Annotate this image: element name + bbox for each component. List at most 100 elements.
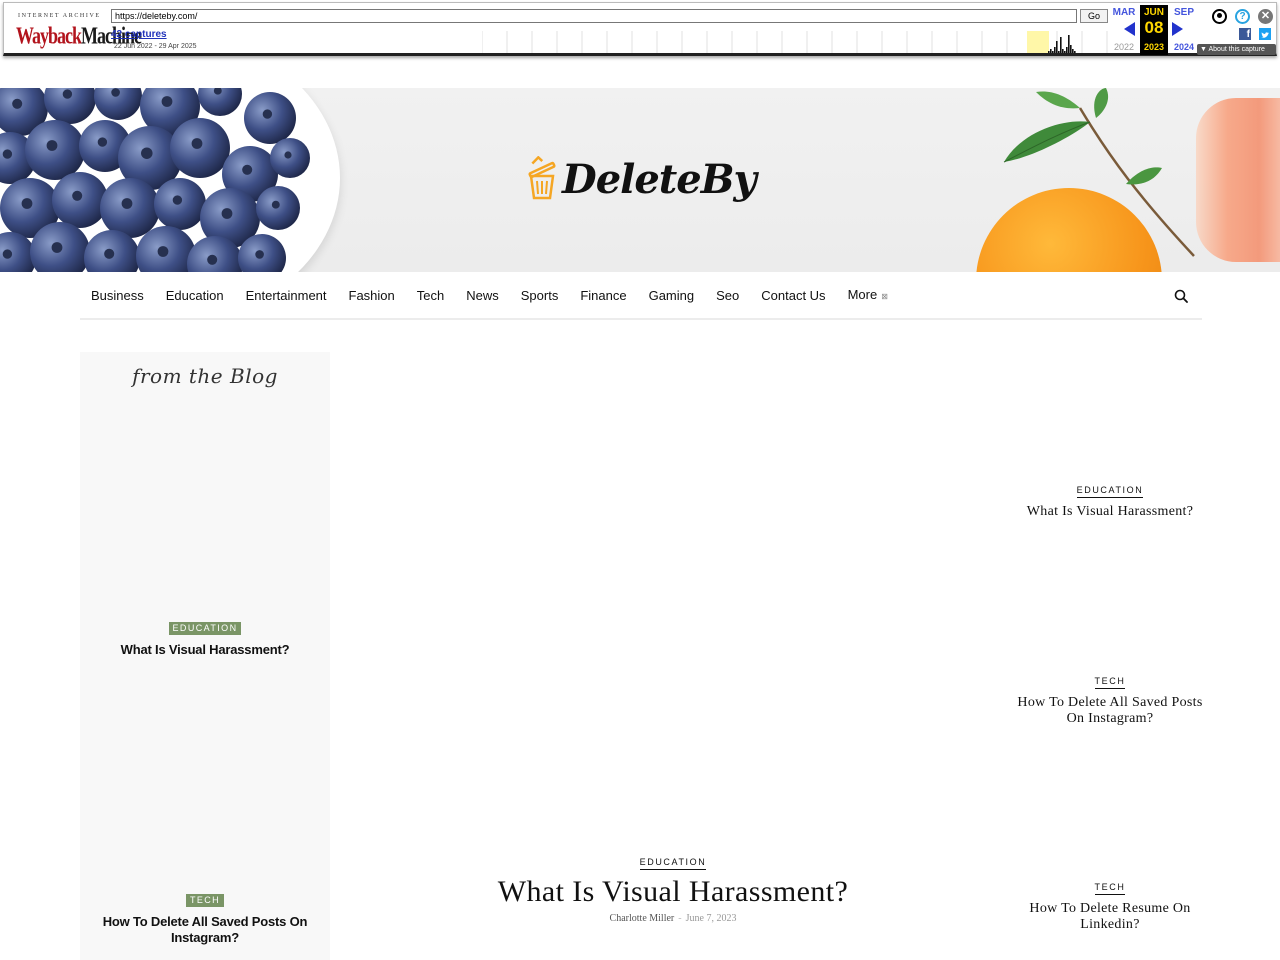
facebook-icon[interactable]: f xyxy=(1239,28,1251,40)
right-post-title[interactable]: What Is Visual Harassment? xyxy=(1010,504,1210,520)
wayback-capture-sparkline[interactable] xyxy=(482,31,1110,53)
right-post[interactable]: TECH How To Delete All Saved Posts On In… xyxy=(1010,671,1210,727)
nav-list: Business Education Entertainment Fashion… xyxy=(80,272,899,320)
nav-item-gaming[interactable]: Gaming xyxy=(638,272,706,320)
featured-post: EDUCATION What Is Visual Harassment? Cha… xyxy=(330,852,1016,924)
blueberry-shape xyxy=(100,178,160,238)
wayback-captures-link[interactable]: 42 captures xyxy=(111,29,167,40)
sparkline-bar xyxy=(1072,49,1074,53)
right-post[interactable]: TECH How To Delete Resume On Linkedin? xyxy=(1010,877,1210,933)
blueberry-crown xyxy=(284,151,292,159)
featured-title[interactable]: What Is Visual Harassment? xyxy=(330,874,1016,910)
site-name: DeleteBy xyxy=(562,156,757,203)
featured-category-link[interactable]: EDUCATION xyxy=(639,856,707,870)
wayback-current-day: 08 xyxy=(1144,18,1164,37)
blueberry-crown xyxy=(21,198,33,209)
sidebar-post[interactable]: EDUCATION What Is Visual Harassment? xyxy=(80,618,330,658)
blueberry-crown xyxy=(242,164,253,175)
search-icon[interactable] xyxy=(1174,289,1188,303)
blueberry-shape xyxy=(52,172,108,228)
nav-item-news[interactable]: News xyxy=(455,272,510,320)
blueberry-crown xyxy=(221,208,233,219)
sparkline-bar xyxy=(1064,51,1066,53)
blueberry-shape xyxy=(170,118,230,178)
right-post-title[interactable]: How To Delete Resume On Linkedin? xyxy=(1010,901,1210,933)
wayback-current-month: JUN xyxy=(1143,7,1164,18)
blueberry-crown xyxy=(271,200,280,209)
nav-item-entertainment[interactable]: Entertainment xyxy=(235,272,338,320)
wayback-calendar-nav: MAR 2022 JUN 08 2023 SEP 2024 xyxy=(1110,5,1198,55)
right-category-link[interactable]: EDUCATION xyxy=(1076,484,1144,498)
meta-separator: - xyxy=(678,913,682,924)
main-navigation: Business Education Entertainment Fashion… xyxy=(80,272,1202,320)
blueberry-shape xyxy=(154,178,206,230)
blueberry-crown xyxy=(2,149,13,159)
sparkline-bar xyxy=(1056,41,1058,53)
blueberry-crown xyxy=(72,190,83,201)
blueberry-crown xyxy=(2,249,13,259)
trash-bin-logo-icon xyxy=(528,156,556,200)
blueberry-crown xyxy=(141,147,153,159)
sparkline-bar xyxy=(1068,35,1070,53)
site-logo[interactable]: DeleteBy xyxy=(524,154,757,210)
author-link[interactable]: Charlotte Miller xyxy=(610,913,675,924)
right-category-link[interactable]: TECH xyxy=(1094,881,1126,895)
blueberry-crown xyxy=(172,195,183,205)
nav-item-more[interactable]: More ⊠ xyxy=(837,271,899,321)
blueberry-crown xyxy=(46,140,58,151)
twitter-icon[interactable] xyxy=(1259,28,1271,40)
wayback-toolbar: INTERNET ARCHIVE WaybackMachine https://… xyxy=(0,0,1280,60)
nav-item-sports[interactable]: Sports xyxy=(510,272,570,320)
wayback-logo[interactable]: INTERNET ARCHIVE WaybackMachine xyxy=(14,9,142,49)
wayback-next-month[interactable]: SEP xyxy=(1170,7,1198,18)
juice-glass-image xyxy=(1196,98,1280,262)
sidebar-post[interactable]: TECH How To Delete All Saved Posts On In… xyxy=(80,890,330,946)
wayback-go-button[interactable]: Go xyxy=(1080,9,1108,23)
nav-item-tech[interactable]: Tech xyxy=(406,272,455,320)
blueberry-crown xyxy=(12,98,23,109)
wayback-current-year: 2023 xyxy=(1143,42,1165,52)
blueberry-crown xyxy=(97,137,108,147)
help-icon[interactable]: ? xyxy=(1235,9,1250,24)
blueberry-crown xyxy=(121,198,133,209)
right-post[interactable]: EDUCATION What Is Visual Harassment? xyxy=(1010,480,1210,520)
blueberry-crown xyxy=(62,89,73,99)
blueberry-crown xyxy=(255,250,264,259)
nav-item-education[interactable]: Education xyxy=(155,272,235,320)
sparkline-year-highlight xyxy=(1027,31,1049,53)
close-icon[interactable]: ✕ xyxy=(1258,9,1273,24)
blueberry-crown xyxy=(262,109,273,119)
wayback-url-input[interactable]: https://deleteby.com/ xyxy=(111,9,1077,23)
blueberry-shape xyxy=(25,120,85,180)
wayback-prev-arrow-icon[interactable] xyxy=(1124,22,1135,36)
sparkline-bar xyxy=(1054,47,1056,53)
nav-item-finance[interactable]: Finance xyxy=(569,272,637,320)
category-badge[interactable]: TECH xyxy=(185,894,225,907)
nav-item-contact-us[interactable]: Contact Us xyxy=(750,272,836,320)
wayback-prev-month[interactable]: MAR xyxy=(1110,7,1138,18)
sparkline-bar xyxy=(1050,49,1052,53)
chevron-down-icon: ⊠ xyxy=(881,292,888,301)
nav-item-seo[interactable]: Seo xyxy=(705,272,750,320)
sparkline-bar xyxy=(1066,47,1068,53)
nav-item-fashion[interactable]: Fashion xyxy=(338,272,406,320)
nav-item-business[interactable]: Business xyxy=(80,272,155,320)
sidebar-post-title[interactable]: How To Delete All Saved Posts On Instagr… xyxy=(80,914,330,946)
sparkline-bar xyxy=(1074,51,1076,53)
category-badge[interactable]: EDUCATION xyxy=(168,622,242,635)
wayback-current-capture: JUN 08 2023 xyxy=(1140,5,1168,55)
sidebar-title: from the Blog xyxy=(132,364,278,388)
sparkline-bar xyxy=(1060,37,1062,53)
user-icon[interactable] xyxy=(1212,9,1227,24)
wayback-about-capture-button[interactable]: ▼ About this capture xyxy=(1197,44,1276,55)
nav-more-label: More xyxy=(847,287,878,302)
blueberry-crown xyxy=(104,248,115,259)
sparkline-bar xyxy=(1058,51,1060,53)
wayback-next-year[interactable]: 2024 xyxy=(1170,42,1198,52)
wayback-prev-year[interactable]: 2022 xyxy=(1110,42,1138,52)
sidebar-post-title[interactable]: What Is Visual Harassment? xyxy=(80,642,330,658)
right-category-link[interactable]: TECH xyxy=(1094,675,1126,689)
wayback-next-arrow-icon[interactable] xyxy=(1172,22,1183,36)
right-post-title[interactable]: How To Delete All Saved Posts On Instagr… xyxy=(1010,695,1210,727)
post-date: June 7, 2023 xyxy=(685,913,737,924)
